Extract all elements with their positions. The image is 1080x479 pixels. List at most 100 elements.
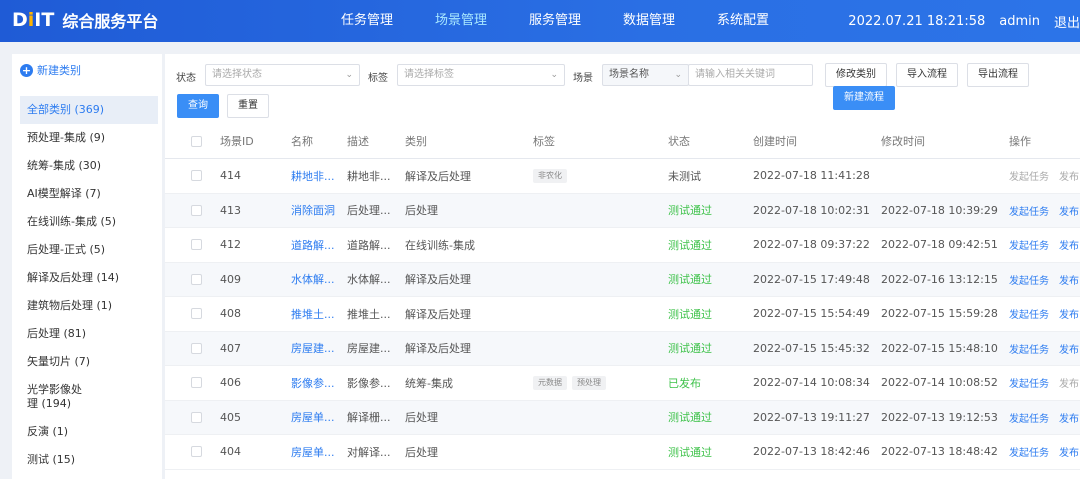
table-cell: 在线训练-集成 <box>405 228 475 262</box>
scene-name-link[interactable]: 道路解... <box>291 237 335 253</box>
publish-link[interactable]: 发布 <box>1059 172 1079 183</box>
table-cell: 发起任务 发布 <box>1009 401 1079 435</box>
category-item[interactable]: 建筑物后处理 (1) <box>20 292 158 320</box>
category-item[interactable]: 预处理-集成 (9) <box>20 124 158 152</box>
scene-id: 413 <box>220 203 241 217</box>
start-task-link[interactable]: 发起任务 <box>1009 345 1049 356</box>
table-cell: 消除面洞 <box>291 194 335 228</box>
top-header: DiIT 综合服务平台 任务管理 场景管理 服务管理 数据管理 系统配置 2022.07… <box>0 0 1080 42</box>
category-item[interactable]: 在线训练-集成 (5) <box>20 208 158 236</box>
scene-name-link[interactable]: 房屋单... <box>291 409 335 425</box>
start-task-link[interactable]: 发起任务 <box>1009 448 1049 459</box>
publish-link[interactable]: 发布 <box>1059 414 1079 425</box>
export-flow-button[interactable]: 导出流程 <box>967 63 1029 87</box>
nav-item[interactable]: 任务管理 <box>320 0 414 42</box>
category-label: 全部类别 (369) <box>27 103 105 116</box>
start-task-link[interactable]: 发起任务 <box>1009 310 1049 321</box>
publish-link[interactable]: 发布 <box>1059 276 1079 287</box>
logout-link[interactable]: 退出 <box>1054 12 1080 31</box>
category-item[interactable]: 统筹-集成 (30) <box>20 152 158 180</box>
modified-time: 2022-07-18 09:42:51 <box>881 238 998 252</box>
reset-button[interactable]: 重置 <box>227 94 269 118</box>
tag-select[interactable]: 请选择标签 ⌄ <box>397 64 565 86</box>
status-select[interactable]: 请选择状态 ⌄ <box>205 64 360 86</box>
nav-item[interactable]: 场景管理 <box>414 0 508 42</box>
new-flow-button[interactable]: 新建流程 <box>833 86 895 110</box>
row-checkbox[interactable] <box>191 204 202 216</box>
publish-link[interactable]: 发布 <box>1059 448 1079 459</box>
table-cell: 2022-07-13 18:48:42 <box>881 435 998 469</box>
keyword-input[interactable]: 请输入相关关键词 <box>688 64 813 86</box>
row-checkbox[interactable] <box>191 446 202 458</box>
table-row: 408 推堆土... 推堆土... 解译及后处理 测试通过 2022-07-15 15:5… <box>165 297 1080 332</box>
row-checkbox[interactable] <box>191 308 202 320</box>
category-item[interactable]: AI模型解译 (7) <box>20 180 158 208</box>
table-cell: 2022-07-13 19:12:53 <box>881 401 998 435</box>
table-cell: 后处理 <box>405 435 438 469</box>
status-text: 测试通过 <box>668 238 712 252</box>
row-checkbox[interactable] <box>191 273 202 285</box>
tag-badge: 非农化 <box>533 169 567 184</box>
start-task-link[interactable]: 发起任务 <box>1009 414 1049 425</box>
nav-item[interactable]: 数据管理 <box>602 0 696 42</box>
table-cell: 耕地非... <box>291 159 335 193</box>
query-button[interactable]: 查询 <box>177 94 219 118</box>
column-header: 类别 <box>405 135 427 148</box>
start-task-link[interactable]: 发起任务 <box>1009 276 1049 287</box>
category-list: 全部类别 (369) 预处理-集成 (9) 统筹-集成 (30) AI模型解译 (7)… <box>20 96 158 474</box>
start-task-link[interactable]: 发起任务 <box>1009 172 1049 183</box>
nav-item[interactable]: 服务管理 <box>508 0 602 42</box>
import-flow-button[interactable]: 导入流程 <box>896 63 958 87</box>
category-item[interactable]: 反演 (1) <box>20 418 158 446</box>
nav-item[interactable]: 系统配置 <box>696 0 790 42</box>
scene-name-link[interactable]: 影像参... <box>291 375 335 391</box>
table-cell: 解译栅... <box>347 401 391 435</box>
start-task-link[interactable]: 发起任务 <box>1009 241 1049 252</box>
scene-name-link[interactable]: 水体解... <box>291 271 335 287</box>
table-row: 413 消除面洞 后处理... 后处理 测试通过 2022-07-18 10:02:31 2… <box>165 193 1080 228</box>
category-item[interactable]: 后处理 (81) <box>20 320 158 348</box>
category-sidebar: + 新建类别 全部类别 (369) 预处理-集成 (9) 统筹-集成 (30) AI模… <box>12 54 162 479</box>
table-cell: 发起任务 发布 <box>1009 159 1079 193</box>
modify-category-button[interactable]: 修改类别 <box>825 63 887 87</box>
row-checkbox[interactable] <box>191 239 202 251</box>
table-cell: 未测试 <box>668 159 701 193</box>
category-item[interactable]: 解译及后处理 (14) <box>20 264 158 292</box>
category-item[interactable]: 测试 (15) <box>20 446 158 474</box>
category-item[interactable]: 后处理-正式 (5) <box>20 236 158 264</box>
publish-link[interactable]: 发布 <box>1059 310 1079 321</box>
row-actions: 发起任务 发布 <box>1009 444 1079 459</box>
scene-name-link[interactable]: 房屋建... <box>291 340 335 356</box>
scene-id: 414 <box>220 169 241 183</box>
row-checkbox[interactable] <box>191 342 202 354</box>
table-cell: 2022-07-18 10:39:29 <box>881 194 998 228</box>
publish-link[interactable]: 发布 <box>1059 379 1079 390</box>
scene-field-select[interactable]: 场景名称 ⌄ <box>602 64 689 86</box>
scene-name-link[interactable]: 耕地非... <box>291 168 335 184</box>
category-item[interactable]: 全部类别 (369) <box>20 96 158 124</box>
row-checkbox[interactable] <box>191 377 202 389</box>
row-actions: 发起任务 发布 <box>1009 375 1079 390</box>
scene-name-link[interactable]: 房屋单... <box>291 444 335 460</box>
publish-link[interactable]: 发布 <box>1059 207 1079 218</box>
scene-category: 后处理 <box>405 411 438 425</box>
scene-name-link[interactable]: 消除面洞 <box>291 202 335 218</box>
row-checkbox[interactable] <box>191 170 202 182</box>
start-task-link[interactable]: 发起任务 <box>1009 379 1049 390</box>
category-item[interactable]: 光学影像处理 (194) <box>20 376 158 418</box>
select-all-checkbox[interactable] <box>191 135 202 147</box>
start-task-link[interactable]: 发起任务 <box>1009 207 1049 218</box>
row-checkbox[interactable] <box>191 411 202 423</box>
row-actions: 发起任务 发布 <box>1009 341 1079 356</box>
main-panel: 状态 请选择状态 ⌄ 标签 请选择标签 ⌄ 场景 场景名称 ⌄ 请输入相关关键词 修改… <box>165 54 1080 479</box>
scene-name-link[interactable]: 推堆土... <box>291 306 335 322</box>
publish-link[interactable]: 发布 <box>1059 241 1079 252</box>
table-cell: 水体解... <box>291 263 335 297</box>
table-cell: 2022-07-15 15:45:32 <box>753 332 870 366</box>
new-category-button[interactable]: + 新建类别 <box>20 62 81 78</box>
table-cell: 测试通过 <box>668 401 712 435</box>
chevron-down-icon: ⌄ <box>345 70 353 80</box>
user-name[interactable]: admin <box>999 14 1040 29</box>
category-item[interactable]: 矢量切片 (7) <box>20 348 158 376</box>
publish-link[interactable]: 发布 <box>1059 345 1079 356</box>
